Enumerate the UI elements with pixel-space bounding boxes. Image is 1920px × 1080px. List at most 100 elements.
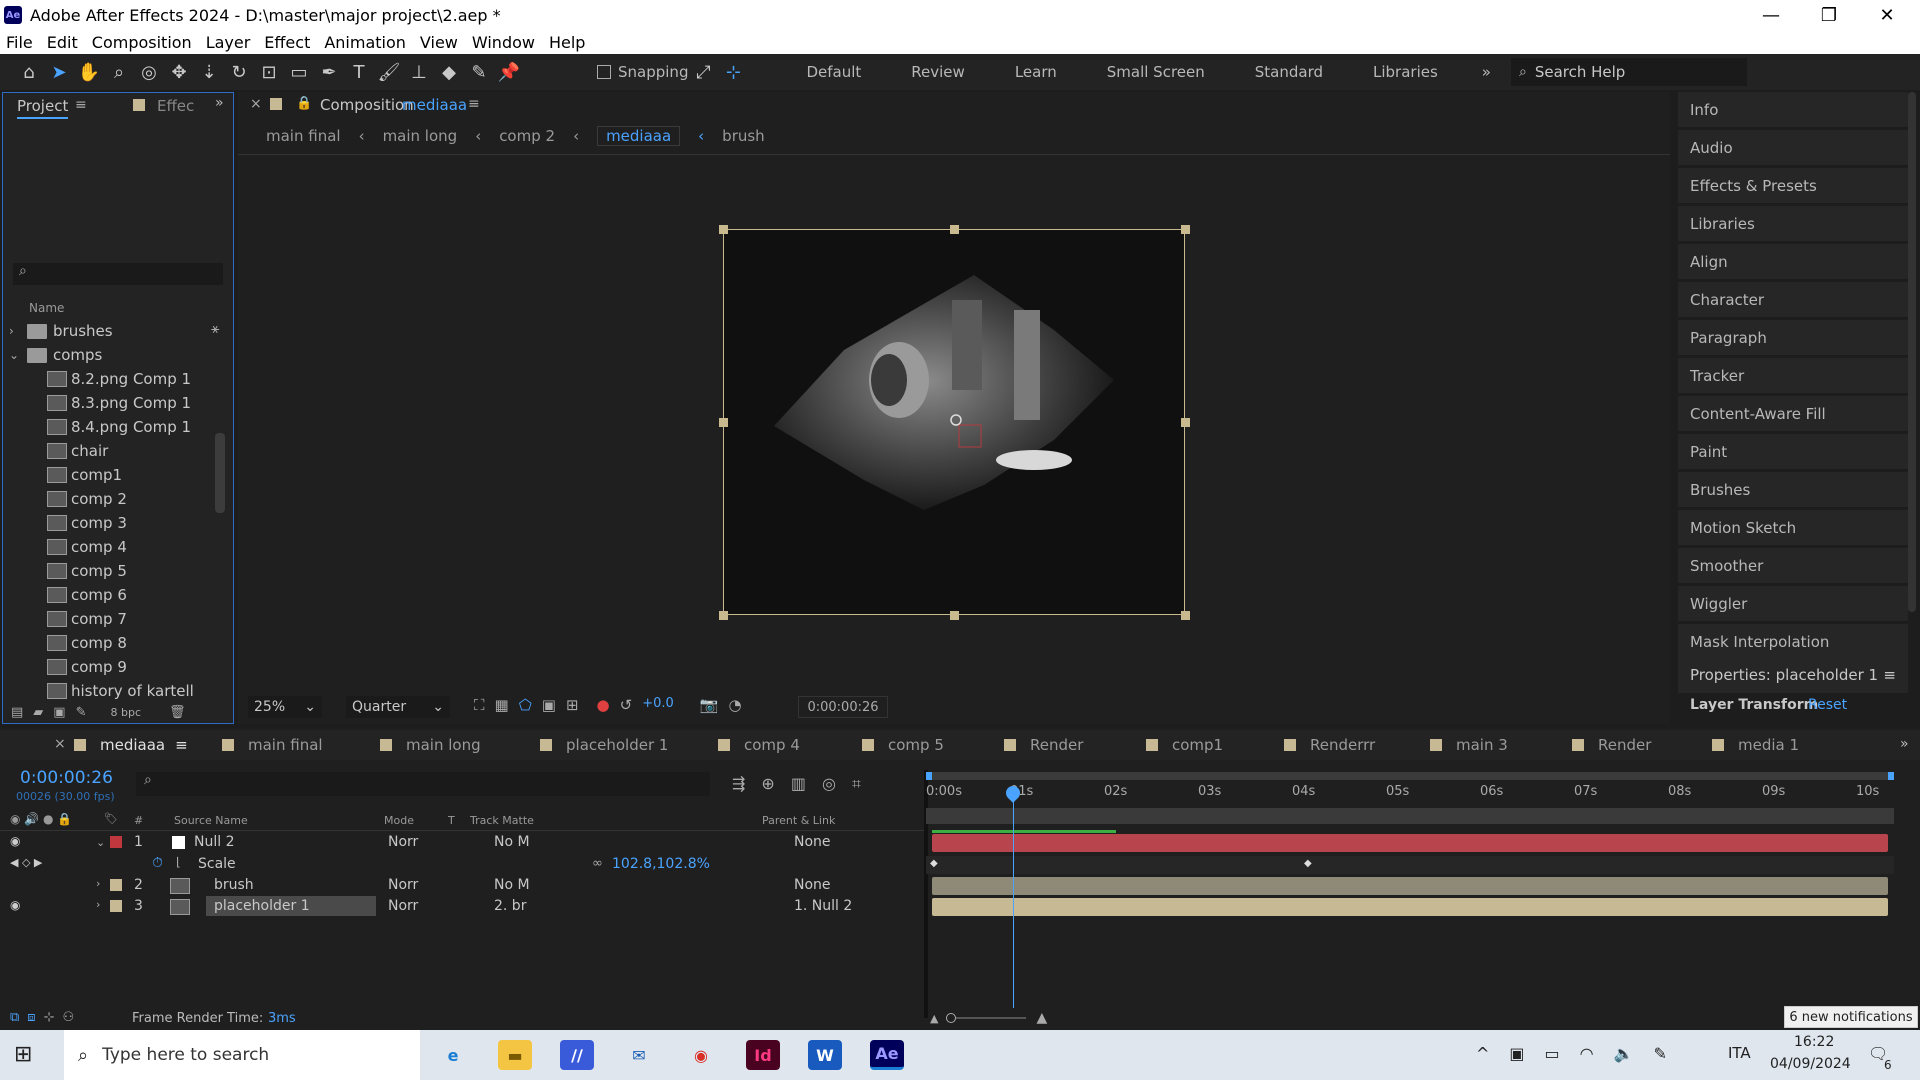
snapping-checkbox[interactable]	[594, 57, 614, 87]
zoom-dropdown[interactable]: 25% ⌄	[248, 696, 322, 718]
restore-button[interactable]: ❐	[1800, 0, 1858, 30]
t-header[interactable]: T	[448, 814, 455, 827]
menu-file[interactable]: File	[6, 33, 33, 52]
rotate-tool-icon[interactable]: ↻	[224, 57, 254, 87]
graph-icon[interactable]: ⌊	[176, 855, 181, 869]
zoom-tool-icon[interactable]: ⌕	[104, 57, 134, 87]
battery-icon[interactable]: ▭	[1545, 1044, 1560, 1063]
selection-tool-icon[interactable]: ➤	[44, 57, 74, 87]
panel-item[interactable]: Content-Aware Fill	[1678, 396, 1908, 432]
panel-item[interactable]: Character	[1678, 282, 1908, 318]
timeline-tab[interactable]: Renderrr	[1284, 736, 1375, 754]
chevron-up-icon[interactable]: ^	[1476, 1044, 1489, 1063]
crumb-mediaaa[interactable]: mediaaa	[597, 126, 681, 146]
panel-item[interactable]: Effects & Presets	[1678, 168, 1908, 204]
viewer-timecode[interactable]: 0:00:00:26	[798, 696, 888, 718]
parent-dropdown[interactable]: None	[794, 877, 831, 893]
layer-row-brush[interactable]: › 2 brush Norr No M None	[0, 875, 924, 895]
meet-icon[interactable]: ▣	[1509, 1044, 1524, 1063]
right-scrollbar[interactable]	[1908, 92, 1916, 612]
transform-handle[interactable]	[719, 418, 728, 427]
close-button[interactable]: ✕	[1858, 0, 1916, 30]
timeline-tab[interactable]: Render	[1572, 736, 1651, 754]
timeline-tab[interactable]: main 3	[1430, 736, 1508, 754]
type-tool-icon[interactable]: T	[344, 57, 374, 87]
snap-options-icon[interactable]: ⤢	[688, 57, 718, 87]
render-time-icon[interactable]: ⚇	[62, 1010, 74, 1025]
eye-icon[interactable]: ◉	[10, 834, 20, 848]
pen-tool-icon[interactable]: ✒	[314, 57, 344, 87]
menu-composition[interactable]: Composition	[92, 33, 192, 52]
mask-visibility-icon[interactable]: ⬠	[519, 696, 532, 714]
pan-camera-icon[interactable]: ✥	[164, 57, 194, 87]
toggle-in-out-icon[interactable]: ⊹	[44, 1010, 55, 1025]
notification-toast[interactable]: 6 new notifications	[1784, 1006, 1918, 1028]
project-item[interactable]: history of kartell	[3, 679, 194, 703]
panel-overflow-icon[interactable]: »	[215, 95, 224, 111]
stopwatch-icon[interactable]: ⏱	[152, 855, 163, 871]
panel-item[interactable]: Info	[1678, 92, 1908, 128]
timeline-tab[interactable]: main long	[380, 736, 481, 754]
draft-3d-icon[interactable]: ⊕	[761, 774, 774, 794]
workspace-default[interactable]: Default	[806, 63, 861, 81]
scale-value[interactable]: 102.8,102.8%	[612, 856, 710, 872]
panel-item[interactable]: Paragraph	[1678, 320, 1908, 356]
project-item[interactable]: ⌄ comps	[3, 343, 102, 367]
project-item[interactable]: comp 8	[3, 631, 127, 655]
layer-name[interactable]: brush	[214, 877, 254, 893]
reset-exposure-icon[interactable]: ↺	[620, 696, 633, 714]
motion-blur-icon[interactable]: ◎	[822, 774, 836, 794]
comp-flowchart-icon[interactable]: ⇶	[732, 774, 745, 794]
snapshot-icon[interactable]: 📷	[700, 696, 719, 714]
timeline-overflow-icon[interactable]: »	[1900, 736, 1909, 752]
fast-preview-icon[interactable]: ⛶	[474, 696, 485, 714]
panel-item[interactable]: Align	[1678, 244, 1908, 280]
name-column-header[interactable]: Name	[29, 301, 64, 315]
pan-behind-icon[interactable]: ⊡	[254, 57, 284, 87]
home-icon[interactable]: ⌂	[14, 57, 44, 87]
transform-handle[interactable]	[1181, 611, 1190, 620]
bpc-label[interactable]: 8 bpc	[111, 706, 142, 719]
transform-handle[interactable]	[1181, 418, 1190, 427]
mode-dropdown[interactable]: Norr	[388, 898, 418, 914]
search-help-input[interactable]: Search Help	[1535, 63, 1626, 81]
zoom-in-icon[interactable]: ▲	[1036, 1010, 1047, 1026]
taskbar-search[interactable]: ⌕ Type here to search	[64, 1030, 420, 1080]
orbit-camera-icon[interactable]: ◎	[134, 57, 164, 87]
wifi-icon[interactable]: ◠	[1580, 1044, 1594, 1063]
rectangle-tool-icon[interactable]: ▭	[284, 57, 314, 87]
workspace-libraries[interactable]: Libraries	[1373, 63, 1438, 81]
timeline-search-input[interactable]: ⌕	[136, 772, 710, 796]
crumb-comp-2[interactable]: comp 2	[499, 127, 555, 145]
language-indicator[interactable]: ITA	[1728, 1044, 1751, 1062]
label-swatch[interactable]	[110, 879, 122, 891]
project-item[interactable]: comp 7	[3, 607, 127, 631]
transform-handle[interactable]	[950, 611, 959, 620]
track-matte-dropdown[interactable]: No M	[494, 877, 530, 893]
zoom-out-icon[interactable]: ▲	[930, 1012, 938, 1025]
taskbar-search-input[interactable]: Type here to search	[102, 1045, 269, 1065]
toggle-switches-icon[interactable]: ⧉	[10, 1010, 19, 1025]
layer-bar-brush[interactable]	[932, 877, 1888, 895]
puppet-pin-icon[interactable]: 📌	[494, 57, 524, 87]
parent-dropdown[interactable]: 1. Null 2	[794, 898, 852, 914]
layer-row-placeholder-1[interactable]: ◉ › 3 placeholder 1 Norr 2. br 1. Null 2	[0, 896, 924, 916]
adjust-icon[interactable]: ✎	[76, 705, 87, 720]
layer-name[interactable]: placeholder 1	[206, 896, 376, 916]
edge-icon[interactable]: e	[436, 1040, 470, 1070]
project-item[interactable]: comp 4	[3, 535, 127, 559]
resolution-dropdown[interactable]: Quarter ⌄	[346, 696, 450, 718]
mode-header[interactable]: Mode	[384, 814, 414, 827]
workspace-review[interactable]: Review	[911, 63, 965, 81]
tab-menu-icon[interactable]: ≡	[175, 736, 188, 754]
parent-header[interactable]: Parent & Link	[762, 814, 835, 827]
graph-editor-icon[interactable]: ⌗	[852, 774, 861, 794]
menu-window[interactable]: Window	[472, 33, 535, 52]
file-explorer-icon[interactable]: ▬	[498, 1040, 532, 1070]
link-icon[interactable]: ∞	[592, 856, 603, 871]
grid-guides-icon[interactable]: ⊞	[566, 696, 579, 714]
keyframe-icon[interactable]: ◆	[930, 858, 938, 869]
project-search-input[interactable]: ⌕	[13, 263, 223, 285]
project-item[interactable]: comp 5	[3, 559, 127, 583]
project-item[interactable]: comp 9	[3, 655, 127, 679]
